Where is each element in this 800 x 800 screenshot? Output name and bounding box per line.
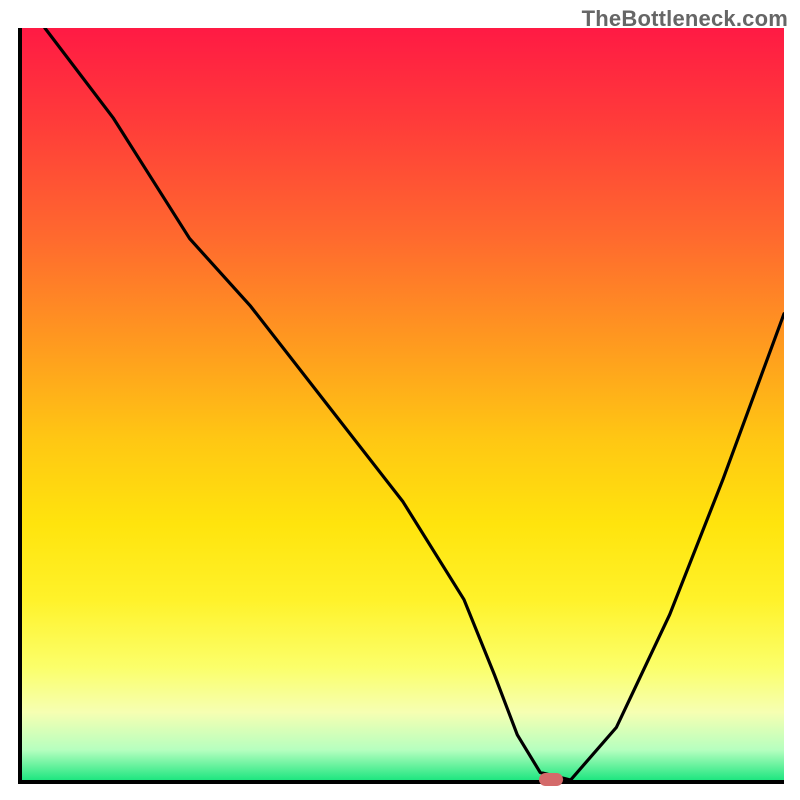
curve-svg xyxy=(22,28,784,780)
bottleneck-curve xyxy=(45,28,784,780)
selected-marker xyxy=(539,773,563,786)
chart-container: TheBottleneck.com xyxy=(0,0,800,800)
plot-area xyxy=(18,28,784,784)
